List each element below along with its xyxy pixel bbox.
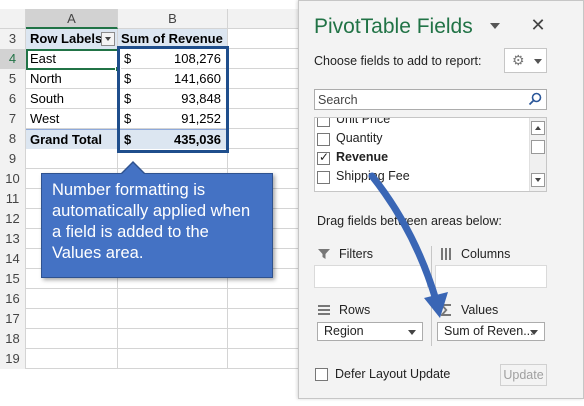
field-checkbox[interactable]: [317, 150, 330, 165]
cell-a[interactable]: [26, 329, 118, 349]
cell-a[interactable]: West: [26, 109, 118, 129]
row-number[interactable]: 5: [0, 69, 26, 89]
cell-a[interactable]: South: [26, 89, 118, 109]
cell-a[interactable]: [26, 309, 118, 329]
cell-b-text: Sum of Revenue: [121, 31, 223, 46]
row-number[interactable]: 6: [0, 89, 26, 109]
sigma-icon: [441, 304, 451, 316]
search-input[interactable]: [315, 90, 520, 109]
columns-drop-area[interactable]: [435, 265, 547, 288]
cell-a[interactable]: Grand Total: [26, 129, 118, 149]
field-checkbox[interactable]: [317, 133, 330, 146]
field-item[interactable]: Shipping Fee: [315, 168, 515, 186]
column-header-b[interactable]: B: [118, 9, 228, 29]
field-label: Shipping Fee: [336, 169, 410, 183]
cell-a-text: Row Labels: [30, 31, 103, 46]
search-icon[interactable]: [528, 92, 542, 106]
field-item[interactable]: Revenue: [315, 149, 515, 167]
select-all-corner[interactable]: [0, 9, 26, 29]
field-label: Revenue: [336, 150, 389, 164]
tools-button[interactable]: ⚙: [504, 48, 547, 73]
row-number[interactable]: 15: [0, 269, 26, 289]
drag-fields-label: Drag fields between areas below:: [317, 214, 502, 228]
areas-divider: [431, 246, 432, 346]
pivottable-fields-pane: PivotTable Fields ✕ Choose fields to add…: [298, 0, 584, 399]
values-highlight-box: [117, 46, 229, 153]
cell-b[interactable]: [118, 349, 228, 369]
row-number[interactable]: 4: [0, 49, 26, 69]
row-number[interactable]: 13: [0, 229, 26, 249]
pane-title: PivotTable Fields: [314, 15, 473, 38]
values-field-dropdown[interactable]: Sum of Reven...: [437, 322, 545, 341]
row-number[interactable]: 10: [0, 169, 26, 189]
rows-field-label: Region: [324, 324, 364, 338]
pane-options-chevron-icon[interactable]: [490, 23, 500, 29]
column-header-c[interactable]: [228, 9, 298, 29]
row-labels-filter-button[interactable]: [101, 32, 115, 46]
cell-a[interactable]: [26, 349, 118, 369]
defer-layout-checkbox[interactable]: [315, 368, 328, 381]
row-number[interactable]: 3: [0, 29, 26, 49]
field-item[interactable]: Quantity: [315, 130, 515, 148]
field-checkbox[interactable]: [317, 171, 330, 184]
columns-icon: [441, 248, 451, 260]
values-field-label: Sum of Reven...: [444, 324, 534, 338]
scroll-thumb[interactable]: [531, 140, 545, 154]
cell-a[interactable]: [26, 289, 118, 309]
field-list: Unit Price Quantity Revenue Shipping Fee: [314, 117, 547, 192]
row-number[interactable]: 9: [0, 149, 26, 169]
rows-icon: [318, 305, 330, 315]
row-number[interactable]: 8: [0, 129, 26, 149]
cell-b[interactable]: [118, 289, 228, 309]
row-number[interactable]: 19: [0, 349, 26, 369]
cell-a-text: West: [30, 111, 60, 126]
close-icon[interactable]: ✕: [529, 15, 547, 35]
defer-layout-label: Defer Layout Update: [335, 367, 451, 381]
filters-drop-area[interactable]: [314, 265, 428, 288]
callout-text: Number formatting is automatically appli…: [52, 181, 251, 262]
field-checkbox[interactable]: [317, 118, 330, 127]
filter-icon: [318, 249, 330, 259]
row-number[interactable]: 17: [0, 309, 26, 329]
callout-note: Number formatting is automatically appli…: [41, 161, 273, 278]
chevron-down-icon: [534, 59, 542, 64]
cell-a-text: South: [30, 91, 64, 106]
selected-cell-a4[interactable]: [26, 49, 121, 72]
choose-fields-label: Choose fields to add to report:: [314, 54, 482, 68]
field-list-scrollbar[interactable]: [529, 118, 546, 191]
cell-b[interactable]: [118, 329, 228, 349]
cell-a-text: Grand Total: [30, 132, 102, 147]
row-number[interactable]: 12: [0, 209, 26, 229]
column-header-a[interactable]: A: [26, 9, 118, 29]
row-number[interactable]: 18: [0, 329, 26, 349]
cell-a-text: North: [30, 71, 62, 86]
field-item[interactable]: Unit Price: [315, 117, 515, 129]
row-number[interactable]: 16: [0, 289, 26, 309]
field-label: Unit Price: [336, 117, 391, 126]
rows-field-dropdown[interactable]: Region: [317, 322, 423, 341]
chevron-down-icon: [530, 330, 538, 335]
scroll-down-button[interactable]: [531, 173, 545, 187]
field-search[interactable]: [314, 89, 547, 110]
row-number[interactable]: 11: [0, 189, 26, 209]
cell-a[interactable]: [26, 149, 118, 169]
cell-a[interactable]: North: [26, 69, 118, 89]
chevron-down-icon: [408, 330, 416, 335]
row-number[interactable]: 14: [0, 249, 26, 269]
row-number[interactable]: 7: [0, 109, 26, 129]
field-label: Quantity: [336, 131, 383, 145]
gear-icon: ⚙: [512, 52, 525, 68]
scroll-up-button[interactable]: [531, 121, 545, 135]
update-button[interactable]: Update: [500, 364, 547, 386]
cell-a[interactable]: Row Labels: [26, 29, 118, 49]
cell-b[interactable]: [118, 309, 228, 329]
